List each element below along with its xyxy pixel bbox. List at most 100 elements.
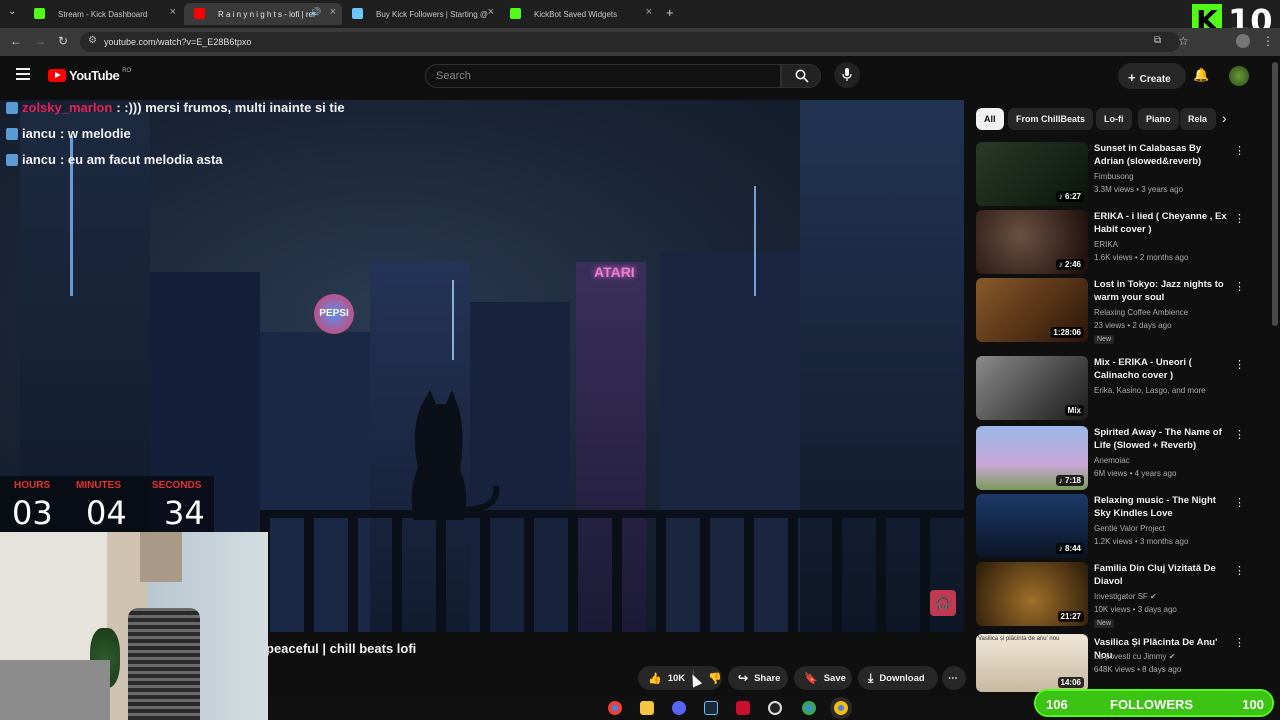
video-thumbnail[interactable]: 21:27	[976, 562, 1088, 626]
rec-channel[interactable]: Investigator SF ✔	[1094, 592, 1157, 601]
chrome-icon[interactable]	[608, 701, 622, 715]
more-options-icon[interactable]: ⋮	[1234, 358, 1245, 371]
steam-icon[interactable]	[704, 701, 718, 715]
tab-kickbot-widgets[interactable]: KickBot Saved Widgets ×	[500, 3, 658, 25]
like-button[interactable]: 👍 10K	[638, 672, 687, 685]
hamburger-menu-icon[interactable]	[16, 68, 30, 80]
speaker-icon[interactable]: 🔊	[310, 7, 321, 18]
video-thumbnail[interactable]: 1:28:06	[976, 278, 1088, 342]
youtube-logo[interactable]: YouTube RO	[48, 68, 131, 83]
video-thumbnail[interactable]: ♪ 6:27	[976, 142, 1088, 206]
rec-channel[interactable]: Relaxing Coffee Ambience	[1094, 308, 1188, 317]
download-button[interactable]: ⤓ Download	[858, 666, 938, 690]
rec-title[interactable]: Familia Din Cluj Vizitată De Diavol	[1094, 562, 1232, 588]
obs-icon[interactable]	[768, 701, 782, 715]
create-button[interactable]: + Create	[1118, 63, 1186, 89]
save-button[interactable]: 🔖 Save	[794, 666, 852, 690]
recommendation-item[interactable]: Mix Mix - ERIKA - Uneori ( Calinacho cov…	[976, 356, 1256, 420]
recommendation-item[interactable]: Vasilica și plăcinta de anu' nou 14:06 V…	[976, 634, 1256, 692]
recommendation-item[interactable]: 21:27 Familia Din Cluj Vizitată De Diavo…	[976, 562, 1256, 628]
search-button[interactable]	[781, 64, 821, 88]
more-options-icon[interactable]: ⋮	[1234, 212, 1245, 225]
menu-icon[interactable]: ⋮	[1262, 34, 1274, 48]
video-editor-icon[interactable]	[736, 701, 750, 715]
rec-title[interactable]: Spirited Away - The Name of Life (Slowed…	[1094, 426, 1232, 452]
rec-channel[interactable]: Fimbusong	[1094, 172, 1134, 181]
rec-title[interactable]: ERIKA - i lied ( Cheyanne , Ex Habit cov…	[1094, 210, 1232, 236]
rec-title[interactable]: Lost in Tokyo: Jazz nights to warm your …	[1094, 278, 1232, 304]
forward-button[interactable]: →	[34, 34, 46, 48]
chrome-icon[interactable]	[802, 701, 816, 715]
chip-all[interactable]: All	[976, 108, 1004, 130]
chip-relaxing[interactable]: Rela	[1180, 108, 1216, 130]
tab-buy-kick-followers[interactable]: Buy Kick Followers | Starting @ ×	[342, 3, 500, 25]
back-button[interactable]: ←	[10, 34, 22, 48]
avatar[interactable]	[1229, 66, 1249, 86]
video-thumbnail[interactable]: ♪ 7:18	[976, 426, 1088, 490]
duration-badge: ♪ 8:44	[1055, 543, 1084, 554]
file-explorer-icon[interactable]	[640, 701, 654, 715]
chip-from-chillbeats[interactable]: From ChillBeats	[1008, 108, 1094, 130]
more-options-icon[interactable]: ⋮	[1234, 564, 1245, 577]
rec-channel[interactable]: Erika, Kasino, Lasgo, and more	[1094, 386, 1206, 395]
recommendation-item[interactable]: ♪ 7:18 Spirited Away - The Name of Life …	[976, 426, 1256, 490]
search-input[interactable]: Search	[425, 64, 781, 88]
recommendation-item[interactable]: ♪ 8:44 Relaxing music - The Night Sky Ki…	[976, 494, 1256, 558]
tab-search-button[interactable]: ⌄	[8, 6, 16, 17]
site-info-icon[interactable]: ⚙	[88, 35, 97, 46]
video-thumbnail[interactable]: ♪ 2:46	[976, 210, 1088, 274]
headphones-button[interactable]: 🎧	[930, 590, 956, 616]
rec-channel[interactable]: ERIKA	[1094, 240, 1118, 249]
bookmark-star-icon[interactable]: ☆	[1178, 34, 1189, 48]
rec-title[interactable]: Sunset in Calabasas By Adrian (slowed&re…	[1094, 142, 1232, 168]
tab-youtube-rainy-nights[interactable]: R a i n y n i g h t s - lofi | rel 🔊 ×	[184, 3, 342, 25]
install-icon[interactable]: ⧉	[1154, 35, 1161, 46]
minutes-label: MINUTES	[76, 480, 121, 491]
address-bar[interactable]: ⚙ youtube.com/watch?v=E_E28B6tpxo ⧉	[80, 32, 1180, 52]
chrome-active-icon[interactable]	[834, 701, 848, 715]
plus-icon: +	[1128, 70, 1136, 85]
dislike-button[interactable]: 👎	[700, 672, 722, 685]
video-thumbnail[interactable]: Mix	[976, 356, 1088, 420]
followers-label: FOLLOWERS	[1110, 697, 1194, 712]
more-options-icon[interactable]: ⋮	[1234, 636, 1245, 649]
voice-search-button[interactable]	[834, 62, 860, 88]
notifications-bell-icon[interactable]: 🔔	[1193, 67, 1209, 83]
youtube-favicon-icon	[194, 8, 205, 19]
rec-title[interactable]: Mix - ERIKA - Uneori ( Calinacho cover )	[1094, 356, 1232, 382]
chevron-right-icon[interactable]: ›	[1222, 110, 1227, 126]
chat-line: iancu : eu am facut melodia asta	[6, 152, 223, 167]
minutes-value: 04	[86, 494, 127, 532]
chat-line: zolsky_marlon : :))) mersi frumos, multi…	[6, 100, 345, 115]
more-options-icon[interactable]: ⋮	[1234, 144, 1245, 157]
reload-button[interactable]: ↻	[58, 34, 68, 48]
chip-piano[interactable]: Piano	[1138, 108, 1179, 130]
close-icon[interactable]: ×	[170, 6, 176, 18]
rec-channel[interactable]: La povesti cu Jimmy ✔	[1094, 652, 1175, 661]
discord-icon[interactable]	[672, 701, 686, 715]
seconds-value: 34	[164, 494, 205, 532]
tab-kick-dashboard[interactable]: Stream - Kick Dashboard ×	[24, 3, 182, 25]
video-thumbnail[interactable]: ♪ 8:44	[976, 494, 1088, 558]
video-thumbnail[interactable]: Vasilica și plăcinta de anu' nou 14:06	[976, 634, 1088, 692]
close-icon[interactable]: ×	[646, 6, 652, 18]
duration-badge: 1:28:06	[1050, 327, 1084, 338]
share-button[interactable]: ↪ Share	[728, 666, 788, 690]
recommendation-item[interactable]: ♪ 6:27 Sunset in Calabasas By Adrian (sl…	[976, 142, 1256, 206]
close-icon[interactable]: ×	[488, 6, 494, 18]
more-actions-button[interactable]: ⋯	[942, 666, 966, 690]
recommendation-item[interactable]: ♪ 2:46 ERIKA - i lied ( Cheyanne , Ex Ha…	[976, 210, 1256, 274]
more-options-icon[interactable]: ⋮	[1234, 428, 1245, 441]
profile-icon[interactable]	[1236, 34, 1250, 48]
chip-lofi[interactable]: Lo-fi	[1096, 108, 1132, 130]
more-options-icon[interactable]: ⋮	[1234, 280, 1245, 293]
seconds-label: SECONDS	[152, 480, 202, 491]
more-options-icon[interactable]: ⋮	[1234, 496, 1245, 509]
rec-title[interactable]: Relaxing music - The Night Sky Kindles L…	[1094, 494, 1232, 520]
new-tab-button[interactable]: +	[666, 5, 674, 20]
close-icon[interactable]: ×	[330, 6, 336, 18]
rec-channel[interactable]: Anemoiac	[1094, 456, 1130, 465]
recommendation-item[interactable]: 1:28:06 Lost in Tokyo: Jazz nights to wa…	[976, 278, 1256, 344]
page-scrollbar[interactable]	[1272, 62, 1278, 326]
rec-channel[interactable]: Gentle Valor Project	[1094, 524, 1165, 533]
